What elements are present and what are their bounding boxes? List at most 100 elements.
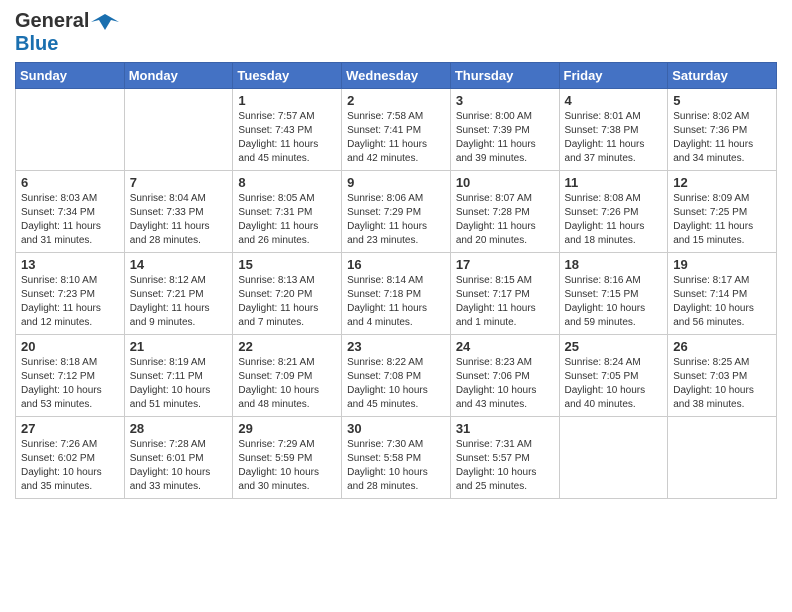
day-info: Sunrise: 8:06 AM Sunset: 7:29 PM Dayligh… [347,192,445,248]
header: General Blue [15,10,777,56]
day-cell: 26 Sunrise: 8:25 AM Sunset: 7:03 PM Dayli… [668,335,777,417]
day-info: Sunrise: 8:15 AM Sunset: 7:17 PM Dayligh… [456,274,554,330]
day-info: Sunrise: 8:22 AM Sunset: 7:08 PM Dayligh… [347,356,445,412]
day-number: 10 [456,175,554,190]
logo-blue: Blue [15,33,58,55]
day-number: 20 [21,339,119,354]
header-row: SundayMondayTuesdayWednesdayThursdayFrid… [16,63,777,89]
day-info: Sunrise: 8:18 AM Sunset: 7:12 PM Dayligh… [21,356,119,412]
day-number: 14 [130,257,228,272]
day-info: Sunrise: 7:31 AM Sunset: 5:57 PM Dayligh… [456,438,554,494]
day-cell: 9 Sunrise: 8:06 AM Sunset: 7:29 PM Daylig… [342,171,451,253]
day-cell: 8 Sunrise: 8:05 AM Sunset: 7:31 PM Daylig… [233,171,342,253]
day-number: 12 [673,175,771,190]
day-cell: 30Sunrise: 7:30 AM Sunset: 5:58 PM Dayli… [342,417,451,499]
day-info: Sunrise: 8:13 AM Sunset: 7:20 PM Dayligh… [238,274,336,330]
day-cell: 17 Sunrise: 8:15 AM Sunset: 7:17 PM Dayli… [450,253,559,335]
day-number: 19 [673,257,771,272]
day-number: 18 [565,257,663,272]
day-number: 25 [565,339,663,354]
week-row-4: 20 Sunrise: 8:18 AM Sunset: 7:12 PM Dayli… [16,335,777,417]
day-number: 21 [130,339,228,354]
day-number: 26 [673,339,771,354]
day-number: 22 [238,339,336,354]
day-cell: 28Sunrise: 7:28 AM Sunset: 6:01 PM Dayli… [124,417,233,499]
day-info: Sunrise: 7:57 AM Sunset: 7:43 PM Dayligh… [238,110,336,166]
day-number: 29 [238,421,336,436]
day-number: 7 [130,175,228,190]
day-number: 17 [456,257,554,272]
day-cell: 3 Sunrise: 8:00 AM Sunset: 7:39 PM Daylig… [450,89,559,171]
day-info: Sunrise: 7:26 AM Sunset: 6:02 PM Dayligh… [21,438,119,494]
col-header-wednesday: Wednesday [342,63,451,89]
day-number: 8 [238,175,336,190]
day-cell: 24Sunrise: 8:23 AM Sunset: 7:06 PM Dayli… [450,335,559,417]
day-info: Sunrise: 8:03 AM Sunset: 7:34 PM Dayligh… [21,192,119,248]
day-cell: 12 Sunrise: 8:09 AM Sunset: 7:25 PM Dayli… [668,171,777,253]
day-cell: 14 Sunrise: 8:12 AM Sunset: 7:21 PM Dayli… [124,253,233,335]
day-info: Sunrise: 8:14 AM Sunset: 7:18 PM Dayligh… [347,274,445,330]
day-cell [559,417,668,499]
day-cell: 19 Sunrise: 8:17 AM Sunset: 7:14 PM Dayli… [668,253,777,335]
col-header-friday: Friday [559,63,668,89]
day-info: Sunrise: 8:17 AM Sunset: 7:14 PM Dayligh… [673,274,771,330]
day-number: 4 [565,93,663,108]
day-cell [124,89,233,171]
day-cell: 10 Sunrise: 8:07 AM Sunset: 7:28 PM Dayli… [450,171,559,253]
day-info: Sunrise: 7:29 AM Sunset: 5:59 PM Dayligh… [238,438,336,494]
day-info: Sunrise: 8:07 AM Sunset: 7:28 PM Dayligh… [456,192,554,248]
logo-bird-icon [91,12,119,32]
day-cell: 16Sunrise: 8:14 AM Sunset: 7:18 PM Dayli… [342,253,451,335]
day-cell: 1 Sunrise: 7:57 AM Sunset: 7:43 PM Daylig… [233,89,342,171]
day-number: 1 [238,93,336,108]
day-cell: 4 Sunrise: 8:01 AM Sunset: 7:38 PM Daylig… [559,89,668,171]
day-cell: 18 Sunrise: 8:16 AM Sunset: 7:15 PM Dayli… [559,253,668,335]
day-cell [668,417,777,499]
day-info: Sunrise: 8:16 AM Sunset: 7:15 PM Dayligh… [565,274,663,330]
day-cell: 6 Sunrise: 8:03 AM Sunset: 7:34 PM Daylig… [16,171,125,253]
col-header-saturday: Saturday [668,63,777,89]
col-header-tuesday: Tuesday [233,63,342,89]
day-info: Sunrise: 8:02 AM Sunset: 7:36 PM Dayligh… [673,110,771,166]
day-number: 5 [673,93,771,108]
week-row-5: 27Sunrise: 7:26 AM Sunset: 6:02 PM Dayli… [16,417,777,499]
day-cell: 7 Sunrise: 8:04 AM Sunset: 7:33 PM Daylig… [124,171,233,253]
day-info: Sunrise: 8:01 AM Sunset: 7:38 PM Dayligh… [565,110,663,166]
day-number: 3 [456,93,554,108]
day-cell: 23 Sunrise: 8:22 AM Sunset: 7:08 PM Dayli… [342,335,451,417]
day-cell: 29 Sunrise: 7:29 AM Sunset: 5:59 PM Dayli… [233,417,342,499]
week-row-1: 1 Sunrise: 7:57 AM Sunset: 7:43 PM Daylig… [16,89,777,171]
day-info: Sunrise: 8:23 AM Sunset: 7:06 PM Dayligh… [456,356,554,412]
day-number: 11 [565,175,663,190]
day-number: 15 [238,257,336,272]
page-container: General Blue SundayMondayTuesdayWednesda… [0,0,792,514]
day-info: Sunrise: 8:00 AM Sunset: 7:39 PM Dayligh… [456,110,554,166]
day-cell: 31Sunrise: 7:31 AM Sunset: 5:57 PM Dayli… [450,417,559,499]
day-cell: 13Sunrise: 8:10 AM Sunset: 7:23 PM Dayli… [16,253,125,335]
day-cell: 22 Sunrise: 8:21 AM Sunset: 7:09 PM Dayli… [233,335,342,417]
day-cell: 20 Sunrise: 8:18 AM Sunset: 7:12 PM Dayli… [16,335,125,417]
day-number: 23 [347,339,445,354]
day-info: Sunrise: 8:08 AM Sunset: 7:26 PM Dayligh… [565,192,663,248]
day-number: 28 [130,421,228,436]
day-cell: 21 Sunrise: 8:19 AM Sunset: 7:11 PM Dayli… [124,335,233,417]
day-cell: 27Sunrise: 7:26 AM Sunset: 6:02 PM Dayli… [16,417,125,499]
day-info: Sunrise: 8:12 AM Sunset: 7:21 PM Dayligh… [130,274,228,330]
day-info: Sunrise: 8:09 AM Sunset: 7:25 PM Dayligh… [673,192,771,248]
day-cell: 25Sunrise: 8:24 AM Sunset: 7:05 PM Dayli… [559,335,668,417]
day-info: Sunrise: 8:19 AM Sunset: 7:11 PM Dayligh… [130,356,228,412]
logo-general: General [15,10,89,33]
week-row-2: 6 Sunrise: 8:03 AM Sunset: 7:34 PM Daylig… [16,171,777,253]
calendar-table: SundayMondayTuesdayWednesdayThursdayFrid… [15,62,777,499]
day-info: Sunrise: 8:10 AM Sunset: 7:23 PM Dayligh… [21,274,119,330]
day-info: Sunrise: 8:05 AM Sunset: 7:31 PM Dayligh… [238,192,336,248]
day-info: Sunrise: 7:30 AM Sunset: 5:58 PM Dayligh… [347,438,445,494]
day-info: Sunrise: 8:21 AM Sunset: 7:09 PM Dayligh… [238,356,336,412]
day-number: 6 [21,175,119,190]
day-info: Sunrise: 8:25 AM Sunset: 7:03 PM Dayligh… [673,356,771,412]
day-cell: 2Sunrise: 7:58 AM Sunset: 7:41 PM Daylig… [342,89,451,171]
day-cell: 15 Sunrise: 8:13 AM Sunset: 7:20 PM Dayli… [233,253,342,335]
day-info: Sunrise: 8:04 AM Sunset: 7:33 PM Dayligh… [130,192,228,248]
day-number: 9 [347,175,445,190]
day-cell [16,89,125,171]
